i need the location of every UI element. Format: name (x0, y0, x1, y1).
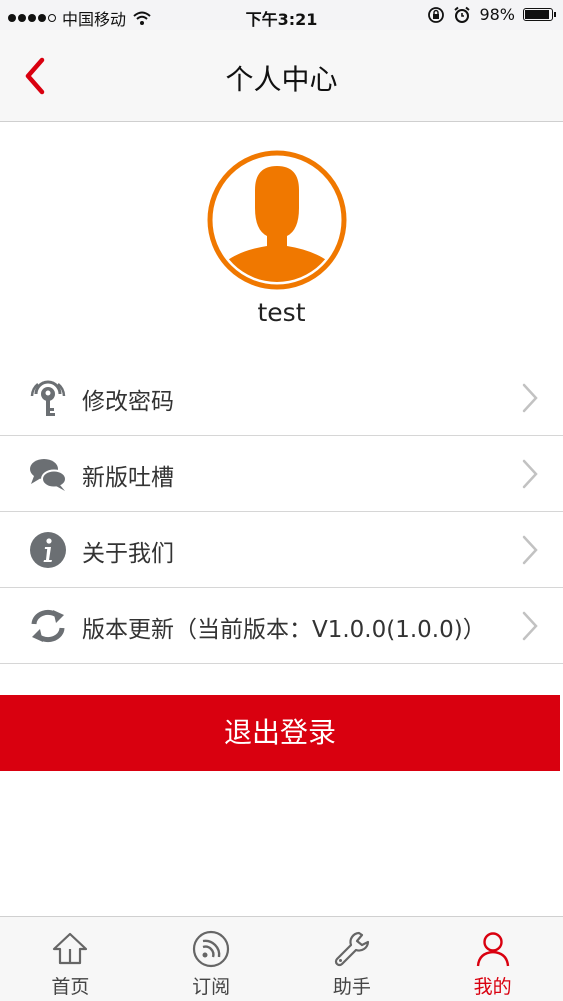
rotation-lock-icon (428, 6, 445, 23)
chevron-right-icon (522, 535, 538, 565)
tab-assistant[interactable]: 助手 (282, 917, 423, 1001)
alarm-icon (454, 6, 471, 23)
tab-home[interactable]: 首页 (0, 917, 141, 1001)
avatar[interactable] (207, 150, 347, 290)
menu-item-version-update[interactable]: 版本更新（当前版本：V1.0.0(1.0.0)） (0, 588, 563, 664)
user-avatar-icon (207, 150, 347, 290)
rss-icon (193, 930, 230, 968)
key-icon (30, 380, 66, 416)
status-bar: 中国移动 下午3:21 98% (0, 0, 563, 30)
tab-label: 首页 (51, 976, 90, 998)
status-right: 98% (427, 5, 556, 24)
refresh-icon (31, 609, 65, 643)
chat-bubbles-icon (30, 459, 67, 491)
home-icon (53, 932, 88, 965)
tab-label: 我的 (473, 976, 512, 998)
logout-button[interactable]: 退出登录 (0, 695, 560, 771)
username: test (257, 298, 306, 327)
battery-level (525, 10, 549, 19)
user-icon (476, 932, 509, 967)
menu-item-label: 版本更新（当前版本：V1.0.0(1.0.0)） (82, 617, 486, 643)
battery-percent: 98% (479, 5, 515, 24)
menu-item-label: 新版吐槽 (82, 465, 174, 491)
menu-item-about-us[interactable]: 关于我们 (0, 512, 563, 588)
battery-icon (523, 8, 556, 21)
wrench-icon (334, 931, 369, 967)
menu-item-feedback[interactable]: 新版吐槽 (0, 436, 563, 512)
tab-label: 助手 (332, 976, 371, 998)
settings-menu: 修改密码 新版吐槽 关于我们 版本更新（当前版本：V1.0.0(1.0.0)） (0, 360, 563, 664)
tab-label: 订阅 (192, 976, 231, 998)
menu-item-change-password[interactable]: 修改密码 (0, 360, 563, 436)
tab-mine[interactable]: 我的 (422, 917, 563, 1001)
tab-bar: 首页 订阅 助手 我的 (0, 916, 563, 1001)
menu-item-label: 修改密码 (82, 389, 174, 415)
tab-subscribe[interactable]: 订阅 (141, 917, 282, 1001)
menu-item-label: 关于我们 (82, 541, 174, 567)
chevron-right-icon (522, 459, 538, 489)
nav-bar: 个人中心 (0, 30, 563, 122)
chevron-right-icon (522, 383, 538, 413)
info-icon (30, 532, 66, 568)
chevron-right-icon (522, 611, 538, 641)
page-title: 个人中心 (225, 63, 338, 96)
